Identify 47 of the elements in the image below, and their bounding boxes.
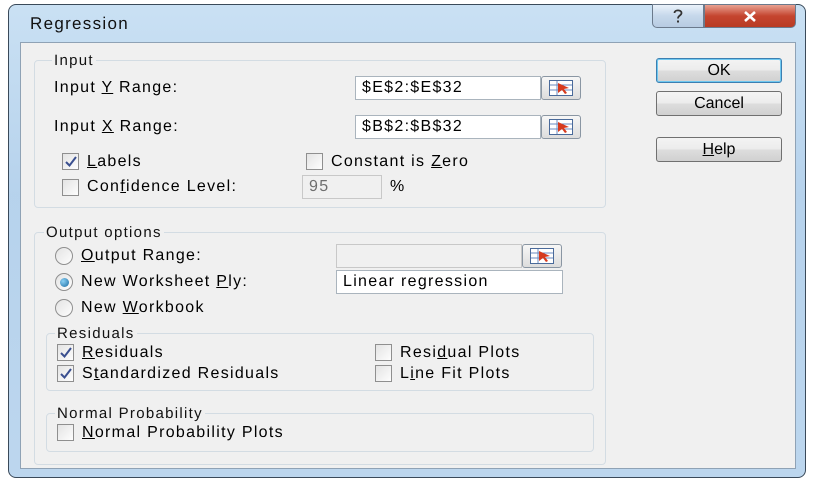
help-icon [673, 8, 683, 24]
close-button[interactable] [704, 4, 796, 28]
window-title: Regression [29, 14, 129, 34]
range-field[interactable]: $B$2:$B$32 [355, 114, 541, 138]
checkmark-icon [64, 156, 76, 167]
checkbox-label: Confidence Level: [87, 178, 238, 196]
checkbox-label: Residual Plots [400, 344, 520, 362]
checkbox[interactable] [62, 153, 79, 170]
range-label: Input X Range: [54, 118, 179, 136]
worksheet-name-field[interactable]: Linear regression [336, 270, 563, 294]
checkbox[interactable] [57, 424, 74, 441]
checkbox-label: Residuals [82, 344, 164, 362]
range-select-icon [549, 80, 573, 96]
radio-button[interactable] [55, 299, 73, 317]
checkbox[interactable] [57, 344, 74, 361]
radio-label: Output Range: [81, 247, 202, 265]
group-legend: Residuals [55, 325, 137, 342]
range-select-button[interactable] [541, 76, 581, 100]
dialog-button[interactable]: Cancel [656, 91, 782, 116]
checkbox-label: Standardized Residuals [82, 364, 280, 382]
checkbox-label: Normal Probability Plots [82, 424, 284, 442]
range-label: Input Y Range: [54, 78, 178, 96]
group-legend: Normal Probability [55, 405, 205, 422]
checkbox[interactable] [375, 344, 392, 361]
group-legend: Output options [44, 224, 164, 241]
close-icon [743, 10, 757, 22]
checkbox-label: Line Fit Plots [400, 364, 511, 382]
percent-unit: % [389, 178, 406, 196]
dialog-button[interactable]: Help [656, 137, 782, 162]
checkbox[interactable] [57, 365, 74, 382]
checkmark-icon [60, 347, 72, 358]
checkbox[interactable] [306, 153, 323, 170]
help-button[interactable] [652, 4, 704, 28]
range-select-button[interactable] [541, 114, 581, 138]
radio-label: New Worksheet Ply: [81, 273, 248, 291]
range-select-icon [530, 248, 554, 264]
range-field[interactable]: $E$2:$E$32 [355, 76, 541, 100]
checkbox[interactable] [375, 365, 392, 382]
dialog-button[interactable]: OK [656, 58, 782, 83]
range-select-icon [549, 118, 573, 134]
group-legend: Input [52, 52, 96, 69]
checkbox-label: Constant is Zero [331, 152, 470, 170]
radio-label: New Workbook [81, 299, 205, 317]
radio-button[interactable] [55, 273, 73, 291]
checkbox-label: Labels [87, 152, 142, 170]
checkmark-icon [60, 368, 72, 379]
range-select-button[interactable] [522, 244, 562, 268]
